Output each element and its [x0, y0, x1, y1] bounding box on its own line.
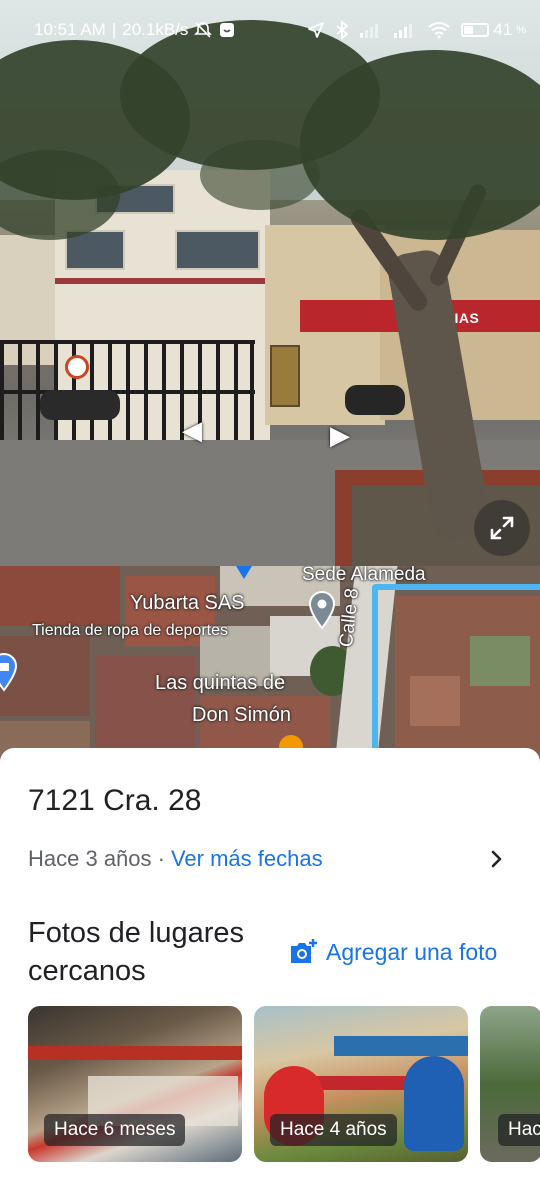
motorcycle — [345, 385, 405, 415]
status-bar: 10:51 AM | 20.1kB/s 41 % — [0, 0, 540, 60]
add-photo-label: Agregar una foto — [326, 938, 498, 965]
window — [175, 230, 260, 270]
photo-age-badge: Hace 4 años — [270, 1114, 397, 1146]
nav-arrow-right[interactable]: ▶ — [330, 420, 350, 451]
photo-detail — [404, 1056, 464, 1151]
photo-detail — [334, 1036, 468, 1056]
nearby-photo-card[interactable]: Hac — [480, 1006, 540, 1162]
map-label-top[interactable]: Sede Alameda — [302, 566, 426, 586]
nearby-photos-title: Fotos de lugares cercanos — [28, 917, 245, 987]
balcony-rail — [55, 278, 270, 284]
nearby-photos-carousel[interactable]: Hace 6 meses Hace 4 años Hac — [28, 1006, 540, 1162]
more-dates-link[interactable]: Ver más fechas — [171, 846, 323, 872]
street-view-panorama[interactable]: DELICIAS ◀ ▶ — [0, 0, 540, 566]
bottom-sheet: 7121 Cra. 28 Hace 3 años · Ver más fecha… — [0, 748, 540, 1200]
app-notification-icon — [220, 23, 235, 37]
map-label-business-category: Tienda de ropa de deportes — [32, 622, 228, 639]
map-label-business[interactable]: Yubarta SAS — [130, 592, 245, 615]
iron-gate — [0, 340, 255, 450]
add-photo-button[interactable]: Agregar una foto — [288, 938, 497, 966]
battery-indicator: 41% — [461, 20, 526, 40]
no-parking-sign — [65, 355, 89, 379]
signal-icon — [360, 24, 379, 38]
rooftop — [0, 566, 120, 626]
map-view[interactable]: Sede Alameda Yubarta SAS Tienda de ropa … — [0, 566, 540, 766]
battery-icon — [461, 23, 490, 37]
map-label-place[interactable]: Las quintas de — [155, 672, 285, 695]
nearby-photo-card[interactable]: Hace 6 meses — [28, 1006, 242, 1162]
expand-icon — [490, 516, 514, 540]
navigation-icon — [308, 22, 325, 38]
percent-sign: % — [516, 24, 526, 36]
nearby-photo-card[interactable]: Hace 4 años — [254, 1006, 468, 1162]
nav-arrow-left[interactable]: ◀ — [182, 415, 202, 446]
photo-age-badge: Hac — [498, 1114, 540, 1146]
add-photo-icon — [291, 939, 317, 963]
battery-percent: 41 — [493, 20, 513, 39]
shopping-pin-icon[interactable] — [0, 652, 18, 692]
tree-canopy — [200, 140, 320, 210]
door — [270, 345, 300, 407]
route-highlight — [372, 584, 540, 766]
capture-date: Hace 3 años · — [28, 846, 165, 871]
network-speed: 20.1kB/s — [122, 20, 189, 39]
separator: | — [111, 20, 117, 39]
wifi-icon — [428, 22, 450, 39]
chevron-right-icon[interactable] — [490, 848, 504, 870]
capture-date-row[interactable]: Hace 3 años · Ver más fechas — [28, 846, 514, 872]
map-label-place[interactable]: Don Simón — [192, 704, 291, 727]
bluetooth-icon — [336, 20, 349, 40]
photo-detail — [314, 1076, 414, 1090]
motorcycle — [40, 390, 120, 420]
battery-level — [464, 26, 474, 34]
location-marker-icon — [236, 566, 252, 579]
photo-age-badge: Hace 6 meses — [44, 1114, 186, 1146]
muted-bell-icon — [194, 22, 213, 38]
signal-icon — [394, 24, 413, 38]
expand-button[interactable] — [474, 500, 530, 556]
map-pin-icon[interactable] — [308, 590, 336, 630]
photo-detail — [28, 1046, 242, 1060]
address-title: 7121 Cra. 28 — [28, 784, 202, 817]
clock: 10:51 AM — [34, 20, 106, 39]
